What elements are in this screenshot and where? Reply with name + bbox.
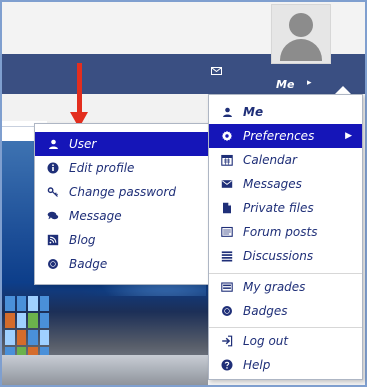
blog-icon xyxy=(46,233,60,247)
file-icon xyxy=(220,201,234,215)
tile xyxy=(39,330,49,345)
badge-icon xyxy=(46,257,60,271)
key-icon xyxy=(46,185,60,199)
help-icon xyxy=(220,358,234,372)
left-menu-item-message[interactable]: Message xyxy=(35,204,210,228)
right-menu-item-calendar[interactable]: Calendar xyxy=(209,148,362,172)
right-menu-label: Help xyxy=(243,358,271,372)
info-icon xyxy=(46,161,60,175)
left-dropdown-menu: User Edit profile Change password Messag… xyxy=(34,123,211,285)
user-icon xyxy=(220,105,234,119)
right-menu-label: Private files xyxy=(243,201,314,215)
tile xyxy=(5,296,15,311)
left-menu-item-blog[interactable]: Blog xyxy=(35,228,210,252)
right-menu-label: Badges xyxy=(243,304,288,318)
right-menu-item-discussions[interactable]: Discussions xyxy=(209,244,362,268)
right-menu-label: Preferences xyxy=(243,129,315,143)
tile xyxy=(39,296,49,311)
right-dropdown-menu: Me Preferences ▶ Calendar Messages Priva… xyxy=(208,94,363,380)
menu-pointer xyxy=(335,86,351,94)
mail-icon[interactable] xyxy=(211,67,222,75)
left-menu-label: Blog xyxy=(69,233,96,247)
right-menu-item-badges[interactable]: Badges xyxy=(209,299,362,323)
right-menu-item-my-grades[interactable]: My grades xyxy=(209,275,362,299)
screen-tiles xyxy=(5,296,49,362)
avatar[interactable] xyxy=(271,4,331,64)
tile xyxy=(28,330,38,345)
tile xyxy=(28,296,38,311)
tile xyxy=(16,313,26,328)
user-menu-label[interactable]: Me xyxy=(276,78,294,91)
right-menu-item-log-out[interactable]: Log out xyxy=(209,329,362,353)
left-menu-item-change-password[interactable]: Change password xyxy=(35,180,210,204)
left-menu-label: Badge xyxy=(69,257,108,271)
tile xyxy=(39,313,49,328)
red-arrow-shaft xyxy=(77,63,82,112)
avatar-body xyxy=(280,39,322,61)
right-menu-label: Discussions xyxy=(243,249,314,263)
badge-icon xyxy=(220,304,234,318)
right-menu-label: Messages xyxy=(243,177,302,191)
right-menu-label: Me xyxy=(243,105,264,119)
tile xyxy=(16,296,26,311)
left-menu-item-badge[interactable]: Badge xyxy=(35,252,210,276)
user-icon xyxy=(46,137,60,151)
message-icon xyxy=(46,209,60,223)
right-menu-label: Calendar xyxy=(243,153,297,167)
left-menu-item-edit-profile[interactable]: Edit profile xyxy=(35,156,210,180)
chevron-right-icon: ▶ xyxy=(345,131,352,141)
left-menu-item-user[interactable]: User xyxy=(35,132,210,156)
right-menu-item-preferences[interactable]: Preferences ▶ xyxy=(209,124,362,148)
left-menu-label: User xyxy=(69,137,97,151)
tile xyxy=(28,313,38,328)
right-menu-label: Log out xyxy=(243,334,289,348)
laptop-keyboard xyxy=(2,355,208,385)
menu-divider xyxy=(209,327,362,328)
list-icon xyxy=(220,249,234,263)
right-menu-label: My grades xyxy=(243,280,306,294)
left-menu-label: Edit profile xyxy=(69,161,135,175)
gear-icon xyxy=(220,129,234,143)
right-menu-item-forum-posts[interactable]: Forum posts xyxy=(209,220,362,244)
calendar-icon xyxy=(220,153,234,167)
envelope-icon xyxy=(220,177,234,191)
tile xyxy=(5,313,15,328)
right-menu-item-messages[interactable]: Messages xyxy=(209,172,362,196)
tile xyxy=(5,330,15,345)
logout-icon xyxy=(220,334,234,348)
left-menu-label: Message xyxy=(69,209,122,223)
right-menu-item-me[interactable]: Me xyxy=(209,100,362,124)
left-menu-label: Change password xyxy=(69,185,176,199)
grades-icon xyxy=(220,280,234,294)
avatar-head xyxy=(289,13,313,37)
forum-icon xyxy=(220,225,234,239)
right-menu-item-private-files[interactable]: Private files xyxy=(209,196,362,220)
right-menu-item-help[interactable]: Help xyxy=(209,353,362,377)
tile xyxy=(16,330,26,345)
right-menu-label: Forum posts xyxy=(243,225,318,239)
chevron-right-icon: ▸ xyxy=(307,78,312,88)
menu-divider xyxy=(209,273,362,274)
